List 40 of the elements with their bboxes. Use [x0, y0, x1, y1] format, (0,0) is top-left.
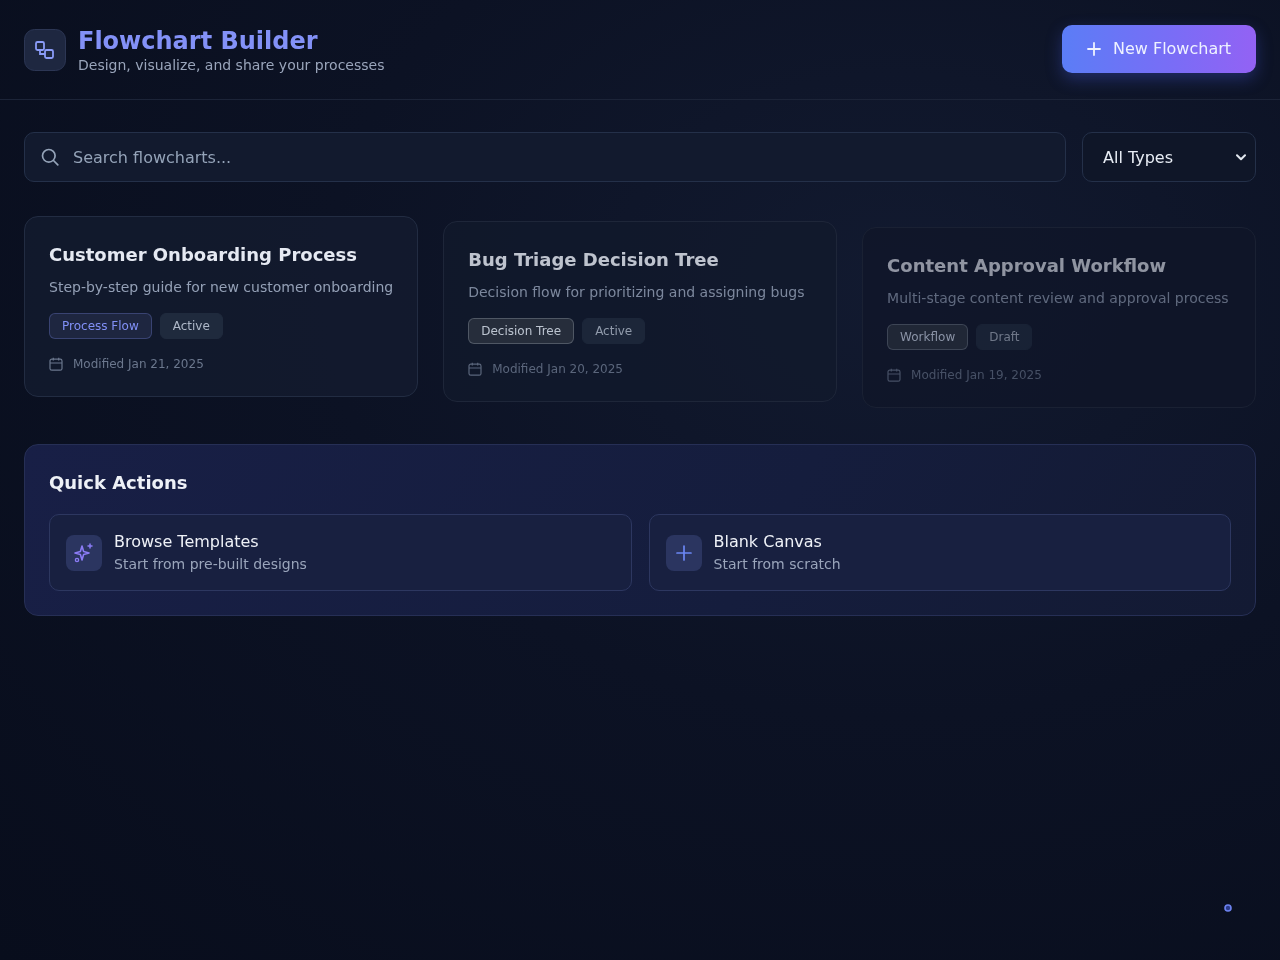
quick-action-title: Browse Templates [114, 532, 260, 552]
flowchart-card[interactable]: Customer Onboarding Process Step-by-step guide for new customer onboarding Process Flow Active Modified Jan 21, 2025 [24, 216, 419, 397]
modified-date: Modified Jan 20, 2025 [492, 361, 623, 377]
chevron-down-icon [1236, 153, 1246, 161]
card-description: Multi-stage content review and approval process [887, 289, 1230, 308]
plus-icon [1086, 41, 1101, 56]
quick-action-title: Blank Canvas [713, 532, 823, 552]
type-tag: Process Flow [49, 313, 152, 339]
calendar-icon [49, 357, 63, 371]
flowchart-card[interactable]: Bug Triage Decision Tree Decision flow for prioritizing and assigning bugs Decision Tree Active Modified Jan 20, 2025 [443, 221, 838, 402]
quick-action-card[interactable]: Blank Canvas Start from scratch [648, 514, 1231, 591]
card-title: Bug Triage Decision Tree [468, 248, 720, 272]
card-title: Customer Onboarding Process [49, 243, 358, 267]
new-flowchart-button[interactable]: New Flowchart [1062, 24, 1256, 73]
search-icon [41, 148, 59, 166]
card-description: Decision flow for prioritizing and assigning bugs [468, 283, 806, 302]
ring-icon [1224, 904, 1232, 912]
card-description: Step-by-step guide for new customer onboarding [49, 278, 394, 297]
quick-action-subtitle: Start from scratch [713, 555, 841, 573]
sparkles-icon [66, 534, 102, 571]
quick-action-subtitle: Start from pre-built designs [114, 555, 307, 573]
app-subtitle: Design, visualize, and share your processes [78, 55, 385, 74]
type-filter-dropdown[interactable]: All Types [1082, 132, 1256, 182]
modified-date: Modified Jan 19, 2025 [911, 367, 1042, 383]
type-tag: Workflow [887, 324, 969, 350]
app-title: Flowchart Builder [78, 25, 319, 56]
calendar-icon [887, 368, 902, 382]
quick-actions-title: Quick Actions [49, 471, 189, 495]
status-tag: Active [582, 318, 646, 344]
calendar-icon [468, 362, 483, 376]
flowchart-card[interactable]: Content Approval Workflow Multi-stage content review and approval process Workflow Draft Modified Jan 19, 2025 [862, 227, 1256, 408]
modified-date: Modified Jan 21, 2025 [73, 356, 204, 372]
type-tag: Decision Tree [468, 318, 575, 344]
plus-icon [665, 534, 702, 571]
card-title: Content Approval Workflow [887, 254, 1168, 278]
flowchart-logo-icon [24, 28, 66, 71]
status-tag: Active [159, 313, 223, 339]
quick-action-card[interactable]: Browse Templates Start from pre-built designs [49, 514, 632, 591]
status-tag: Draft [976, 324, 1033, 350]
search-field[interactable]: Search flowcharts... [24, 132, 1066, 182]
